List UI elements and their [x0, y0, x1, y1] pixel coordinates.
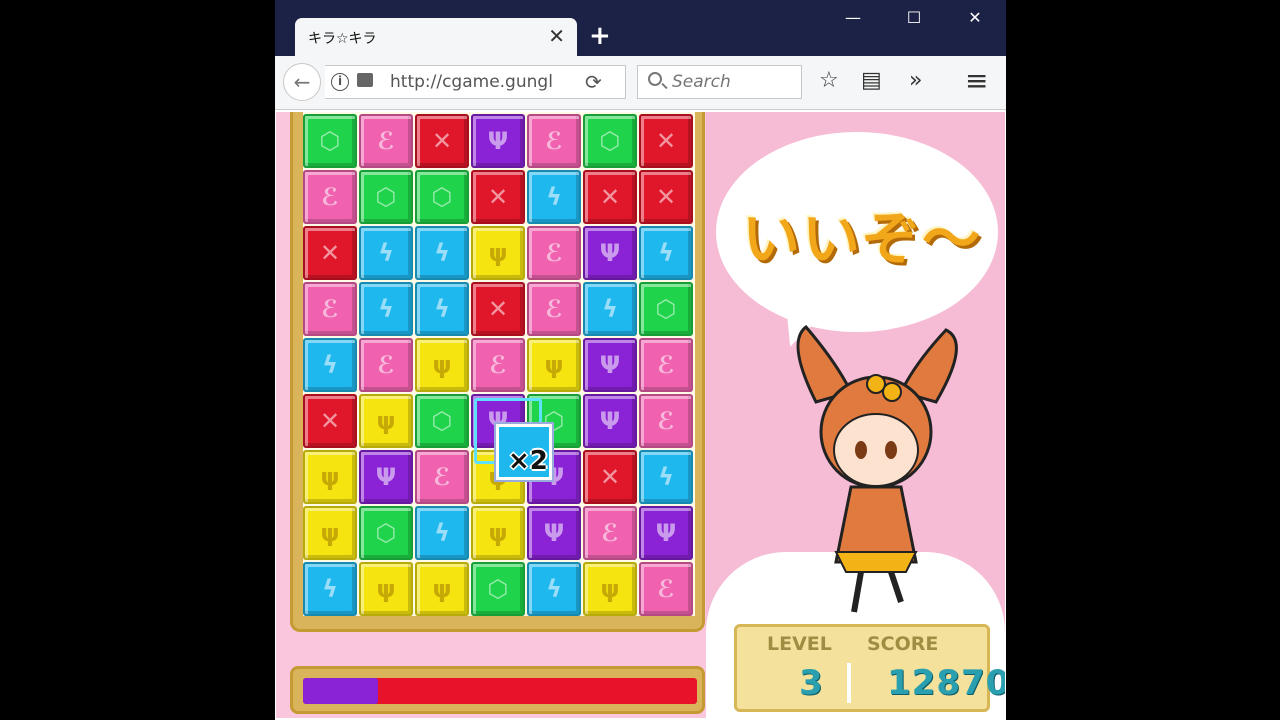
- tile-yellow[interactable]: ψ: [471, 506, 525, 560]
- tile-pink[interactable]: ℰ: [303, 282, 357, 336]
- tile-yellow[interactable]: ψ: [303, 506, 357, 560]
- menu-icon[interactable]: ≡: [965, 64, 988, 97]
- browser-tab[interactable]: キラ☆キラ ✕: [295, 18, 577, 56]
- back-button[interactable]: ←: [283, 63, 321, 101]
- overflow-icon[interactable]: »: [909, 68, 922, 93]
- tile-yellow[interactable]: ψ: [415, 562, 469, 616]
- tile-yellow[interactable]: ψ: [527, 338, 581, 392]
- tile-purple[interactable]: Ψ: [583, 338, 637, 392]
- timer-bar: [303, 678, 697, 704]
- reader-view-icon[interactable]: ▤: [861, 68, 882, 93]
- tile-yellow[interactable]: ψ: [359, 394, 413, 448]
- tile-blue[interactable]: ϟ: [359, 282, 413, 336]
- search-icon: [648, 72, 662, 86]
- tile-purple[interactable]: Ψ: [359, 450, 413, 504]
- page-icon: [357, 73, 373, 87]
- tile-red[interactable]: ✕: [583, 170, 637, 224]
- tile-blue[interactable]: ϟ: [303, 562, 357, 616]
- url-bar[interactable]: i http://cgame.gungl ⟳: [325, 65, 626, 99]
- title-bar: キラ☆キラ ✕ + — ☐ ✕: [275, 0, 1006, 56]
- tile-purple[interactable]: Ψ: [583, 226, 637, 280]
- tile-pink[interactable]: ℰ: [527, 282, 581, 336]
- puzzle-board[interactable]: ⬡ ℰ ✕ Ψ ℰ ⬡ ✕ ℰ ⬡ ⬡ ✕ ϟ ✕ ✕ ✕ ϟ ϟ ψ ℰ Ψϟ ℰϟ ϟ ✕ ℰϟ ⬡ ϟ ℰψ ℰψ Ψ ℰ ✕ ψ ⬡ Ψ ⬡…: [303, 112, 695, 616]
- minimize-button[interactable]: —: [833, 8, 873, 34]
- tile-blue[interactable]: ϟ: [415, 282, 469, 336]
- tile-green[interactable]: ⬡: [583, 114, 637, 168]
- tile-purple[interactable]: Ψ: [527, 506, 581, 560]
- tile-yellow[interactable]: ψ: [303, 450, 357, 504]
- tile-green[interactable]: ⬡: [471, 562, 525, 616]
- tile-red[interactable]: ✕: [303, 226, 357, 280]
- tile-green[interactable]: ⬡: [303, 114, 357, 168]
- info-icon[interactable]: i: [331, 73, 349, 91]
- tile-yellow[interactable]: ψ: [359, 562, 413, 616]
- tile-green[interactable]: ⬡: [359, 506, 413, 560]
- close-window-button[interactable]: ✕: [955, 8, 995, 34]
- tile-blue[interactable]: ϟ: [583, 282, 637, 336]
- tile-pink[interactable]: ℰ: [359, 114, 413, 168]
- tile-yellow[interactable]: ψ: [415, 338, 469, 392]
- reload-button[interactable]: ⟳: [585, 70, 602, 94]
- tile-yellow[interactable]: ψ: [583, 562, 637, 616]
- tile-pink[interactable]: ℰ: [527, 114, 581, 168]
- tile-red[interactable]: ✕: [471, 282, 525, 336]
- search-box[interactable]: [637, 65, 802, 99]
- maximize-button[interactable]: ☐: [894, 8, 934, 34]
- score-label: SCORE: [867, 633, 939, 655]
- timer-frame: [290, 666, 705, 714]
- tile-green[interactable]: ⬡: [359, 170, 413, 224]
- game-canvas[interactable]: いいぞ〜 ⬡ ℰ ✕ Ψ ℰ ⬡ ✕ ℰ ⬡ ⬡ ✕ ϟ ✕ ✕ ✕ ϟ ϟ ψ ℰ Ψϟ ℰϟ ϟ ✕ ℰϟ ⬡ ϟ ℰψ ℰψ Ψ ℰ…: [276, 112, 1005, 718]
- tile-blue[interactable]: ϟ: [359, 226, 413, 280]
- tile-pink[interactable]: ℰ: [471, 338, 525, 392]
- nav-bar: ← i http://cgame.gungl ⟳ ☆ ▤ » ≡: [275, 56, 1006, 110]
- tile-blue[interactable]: ϟ: [415, 226, 469, 280]
- board-frame: ⬡ ℰ ✕ Ψ ℰ ⬡ ✕ ℰ ⬡ ⬡ ✕ ϟ ✕ ✕ ✕ ϟ ϟ ψ ℰ Ψϟ ℰϟ ϟ ✕ ℰϟ ⬡ ϟ ℰψ ℰψ Ψ ℰ ✕ ψ ⬡ Ψ ⬡…: [290, 112, 705, 632]
- tile-red[interactable]: ✕: [639, 170, 693, 224]
- tile-pink[interactable]: ℰ: [639, 338, 693, 392]
- combo-multiplier: ×2: [508, 446, 548, 476]
- tab-close-icon[interactable]: ✕: [548, 25, 565, 47]
- tile-pink[interactable]: ℰ: [639, 394, 693, 448]
- tile-green[interactable]: ⬡: [639, 282, 693, 336]
- tile-red[interactable]: ✕: [583, 450, 637, 504]
- tile-blue[interactable]: ϟ: [415, 506, 469, 560]
- tile-red[interactable]: ✕: [303, 394, 357, 448]
- tile-purple[interactable]: Ψ: [639, 506, 693, 560]
- character-girl: [796, 324, 958, 613]
- browser-window: キラ☆キラ ✕ + — ☐ ✕ ← i http://cgame.gungl ⟳…: [275, 0, 1006, 720]
- url-text[interactable]: http://cgame.gungl: [390, 72, 558, 92]
- tile-pink[interactable]: ℰ: [527, 226, 581, 280]
- tile-purple[interactable]: Ψ: [471, 114, 525, 168]
- tile-pink[interactable]: ℰ: [303, 170, 357, 224]
- search-input[interactable]: [672, 72, 792, 92]
- new-tab-button[interactable]: +: [589, 22, 611, 50]
- level-label: LEVEL: [767, 633, 832, 655]
- tile-blue[interactable]: ϟ: [639, 226, 693, 280]
- tile-pink[interactable]: ℰ: [415, 450, 469, 504]
- bookmark-star-icon[interactable]: ☆: [819, 68, 839, 93]
- tile-blue[interactable]: ϟ: [639, 450, 693, 504]
- level-value: 3: [799, 663, 823, 703]
- tab-title: キラ☆キラ: [308, 31, 377, 47]
- timer-fill: [303, 678, 378, 704]
- tile-red[interactable]: ✕: [639, 114, 693, 168]
- tile-pink[interactable]: ℰ: [359, 338, 413, 392]
- panel-divider: [847, 663, 851, 703]
- tile-blue[interactable]: ϟ: [527, 562, 581, 616]
- tile-pink[interactable]: ℰ: [583, 506, 637, 560]
- tile-blue[interactable]: ϟ: [303, 338, 357, 392]
- tile-green[interactable]: ⬡: [415, 394, 469, 448]
- score-value: 12870: [887, 663, 1005, 703]
- tile-purple[interactable]: Ψ: [583, 394, 637, 448]
- tile-red[interactable]: ✕: [415, 114, 469, 168]
- score-panel: LEVEL SCORE 3 12870: [734, 624, 1005, 712]
- tile-blue[interactable]: ϟ: [527, 170, 581, 224]
- tile-red[interactable]: ✕: [471, 170, 525, 224]
- tile-green[interactable]: ⬡: [415, 170, 469, 224]
- speech-text: いいぞ〜: [742, 205, 983, 273]
- tile-yellow[interactable]: ψ: [471, 226, 525, 280]
- tile-pink[interactable]: ℰ: [639, 562, 693, 616]
